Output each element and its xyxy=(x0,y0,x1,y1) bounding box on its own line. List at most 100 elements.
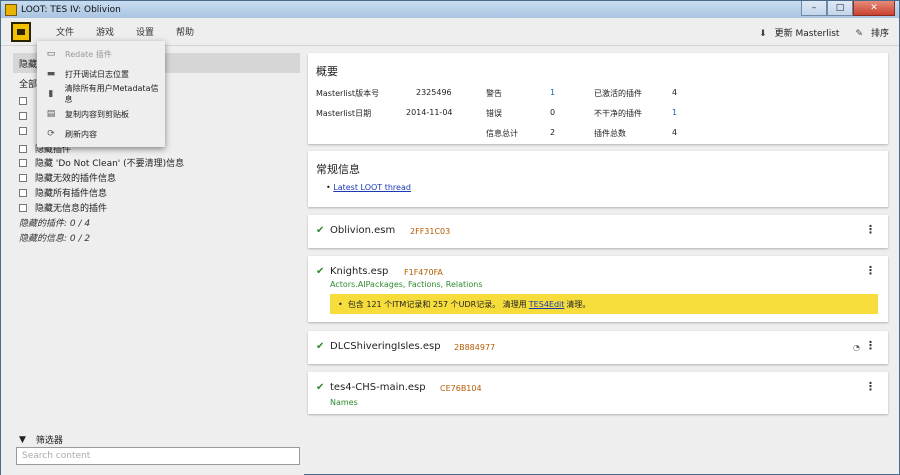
calendar-icon: ▭ xyxy=(46,49,56,59)
warnings-label: 警告 xyxy=(486,89,502,98)
update-masterlist-label: 更新 Masterlist xyxy=(774,28,840,39)
general-info-title: 常规信息 xyxy=(316,163,360,176)
filter-header[interactable]: ▼ 筛选器 xyxy=(19,433,63,447)
masterlist-date-label: Masterlist日期 xyxy=(316,109,372,118)
tes4edit-link[interactable]: TES4Edit xyxy=(529,300,565,309)
filter-checkbox-2[interactable] xyxy=(19,112,35,120)
checkbox[interactable] xyxy=(19,203,27,212)
main-menu: 文件 游戏 设置 帮助 xyxy=(45,25,205,38)
checkbox[interactable] xyxy=(19,127,27,135)
title-bar: LOOT: TES IV: Oblivion – □ ✕ xyxy=(1,1,899,18)
dirty-plugins-label: 不干净的插件 xyxy=(594,109,642,118)
filter-header-label: 筛选器 xyxy=(35,436,63,446)
filter-invalid-plugin-info[interactable]: 隐藏无效的插件信息 xyxy=(19,171,116,184)
more-options-icon[interactable]: ⋮ xyxy=(865,223,876,236)
maximize-button[interactable]: □ xyxy=(827,1,853,16)
close-button[interactable]: ✕ xyxy=(853,1,895,16)
filter-icon: ▼ xyxy=(19,434,26,445)
search-input[interactable]: Search content xyxy=(16,447,300,465)
total-messages-label: 信息总计 xyxy=(486,129,518,138)
checkbox[interactable] xyxy=(19,173,27,182)
filter-label: 隐藏无信息的插件 xyxy=(35,204,108,214)
sidebar-header-label: 隐藏 xyxy=(19,59,38,70)
all-label: 全部 xyxy=(19,80,38,90)
menu-item-label: 清除所有用户Metadata信息 xyxy=(64,84,159,104)
menu-item-refresh-content[interactable]: ⟳ 刷新内容 xyxy=(37,124,165,144)
menu-game[interactable]: 游戏 xyxy=(85,25,125,38)
masterlist-version-value: 2325496 xyxy=(416,88,452,97)
menu-item-open-debug-log[interactable]: ▬ 打开调试日志位置 xyxy=(37,64,165,84)
general-info-card: 常规信息 • Latest LOOT thread xyxy=(308,151,888,207)
app-window: LOOT: TES IV: Oblivion – □ ✕ 文件 游戏 设置 帮助… xyxy=(0,0,900,475)
filter-label: 隐藏 'Do Not Clean' (不要清理)信息 xyxy=(35,159,185,169)
hidden-messages-eye-icon: ◔ xyxy=(853,343,860,352)
menu-item-label: Redate 插件 xyxy=(65,49,112,59)
more-options-icon[interactable]: ⋮ xyxy=(865,264,876,277)
active-check-icon: ✔ xyxy=(316,382,325,393)
menu-item-label: 打开调试日志位置 xyxy=(65,69,129,79)
sort-plugins-button[interactable]: ✎ 排序 xyxy=(855,26,889,39)
plugin-card-tes4-chs-main: ✔ tes4-CHS-main.esp CE76B104 Names ⋮ xyxy=(308,372,888,414)
menu-item-copy-content[interactable]: ▤ 复制内容到剪贴板 xyxy=(37,104,165,124)
plugin-crc: 2FF31C03 xyxy=(410,227,451,236)
minimize-button[interactable]: – xyxy=(801,1,827,16)
plugin-card-dlcshiveringisles: ✔ DLCShiveringIsles.esp 2B884977 ◔ ⋮ xyxy=(308,331,888,364)
checkbox[interactable] xyxy=(19,97,27,105)
file-dropdown-menu: ▭ Redate 插件 ▬ 打开调试日志位置 ▮ 清除所有用户Metadata信息 ▤… xyxy=(37,41,165,147)
plugin-crc: 2B884977 xyxy=(454,343,496,352)
warning-message: • 包含 121 个ITM记录和 257 个UDR记录。 清理用 TES4Edit… xyxy=(330,294,878,314)
pencil-icon: ✎ xyxy=(855,28,863,39)
refresh-icon: ⟳ xyxy=(47,129,55,139)
loot-logo-icon xyxy=(11,21,31,42)
masterlist-version-label: Masterlist版本号 xyxy=(316,89,380,98)
app-icon xyxy=(5,3,17,16)
menu-item-label: 刷新内容 xyxy=(65,129,97,139)
summary-title: 概要 xyxy=(316,65,338,78)
plugin-bash-tags: Names xyxy=(330,398,358,407)
menu-settings[interactable]: 设置 xyxy=(125,25,165,38)
errors-label: 错误 xyxy=(486,109,502,118)
checkbox[interactable] xyxy=(19,188,27,197)
checkbox[interactable] xyxy=(19,144,27,153)
warnings-value: 1 xyxy=(550,88,556,97)
filter-no-info-plugins[interactable]: 隐藏无信息的插件 xyxy=(19,201,107,214)
more-options-icon[interactable]: ⋮ xyxy=(865,339,876,352)
latest-thread-link[interactable]: Latest LOOT thread xyxy=(333,183,411,192)
summary-card: 概要 Masterlist版本号 2325496 Masterlist日期 2 0… xyxy=(308,53,888,144)
plugin-name: Oblivion.esm xyxy=(330,225,396,236)
total-plugins-label: 插件总数 xyxy=(594,129,626,138)
filter-checkbox-1[interactable] xyxy=(19,97,35,105)
sort-plugins-label: 排序 xyxy=(870,28,889,39)
plugin-name: DLCShiveringIsles.esp xyxy=(330,341,441,352)
warning-text: 包含 121 个ITM记录和 257 个UDR记录。 清理用 xyxy=(347,299,527,309)
menu-item-label: 复制内容到剪贴板 xyxy=(65,109,129,119)
errors-value: 0 xyxy=(550,108,556,117)
menu-item-clear-user-metadata[interactable]: ▮ 清除所有用户Metadata信息 xyxy=(37,84,165,104)
dirty-plugins-value: 1 xyxy=(672,108,678,117)
filter-do-not-clean[interactable]: 隐藏 'Do Not Clean' (不要清理)信息 xyxy=(19,156,184,169)
plugin-crc: F1F470FA xyxy=(404,268,443,277)
menu-item-redate-plugins[interactable]: ▭ Redate 插件 xyxy=(37,44,165,64)
plugin-name: tes4-CHS-main.esp xyxy=(330,382,426,393)
filter-all-plugin-info[interactable]: 隐藏所有插件信息 xyxy=(19,186,107,199)
active-check-icon: ✔ xyxy=(316,341,325,352)
plugin-crc: CE76B104 xyxy=(440,384,482,393)
window-controls: – □ ✕ xyxy=(801,1,895,16)
update-masterlist-button[interactable]: ⬇ 更新 Masterlist xyxy=(759,26,839,39)
total-messages-value: 2 xyxy=(550,128,556,137)
filter-label: 隐藏所有插件信息 xyxy=(35,189,108,199)
hidden-messages-count: 隐藏的信息: 0 / 2 xyxy=(19,234,91,244)
active-check-icon: ✔ xyxy=(316,225,325,236)
checkbox[interactable] xyxy=(19,112,27,120)
menu-help[interactable]: 帮助 xyxy=(165,25,205,38)
total-plugins-value: 4 xyxy=(672,128,678,137)
checkbox[interactable] xyxy=(19,158,27,167)
general-info-list-item: • Latest LOOT thread xyxy=(326,183,411,192)
filter-checkbox-3[interactable] xyxy=(19,127,35,135)
folder-icon: ▬ xyxy=(46,69,56,79)
menu-file[interactable]: 文件 xyxy=(45,25,85,38)
more-options-icon[interactable]: ⋮ xyxy=(865,380,876,393)
hidden-plugins-count: 隐藏的插件: 0 / 4 xyxy=(19,219,91,229)
toolbar-actions: ⬇ 更新 Masterlist ✎ 排序 xyxy=(759,18,889,46)
plugin-card-oblivion: ✔ Oblivion.esm 2FF31C03 ⋮ xyxy=(308,215,888,248)
